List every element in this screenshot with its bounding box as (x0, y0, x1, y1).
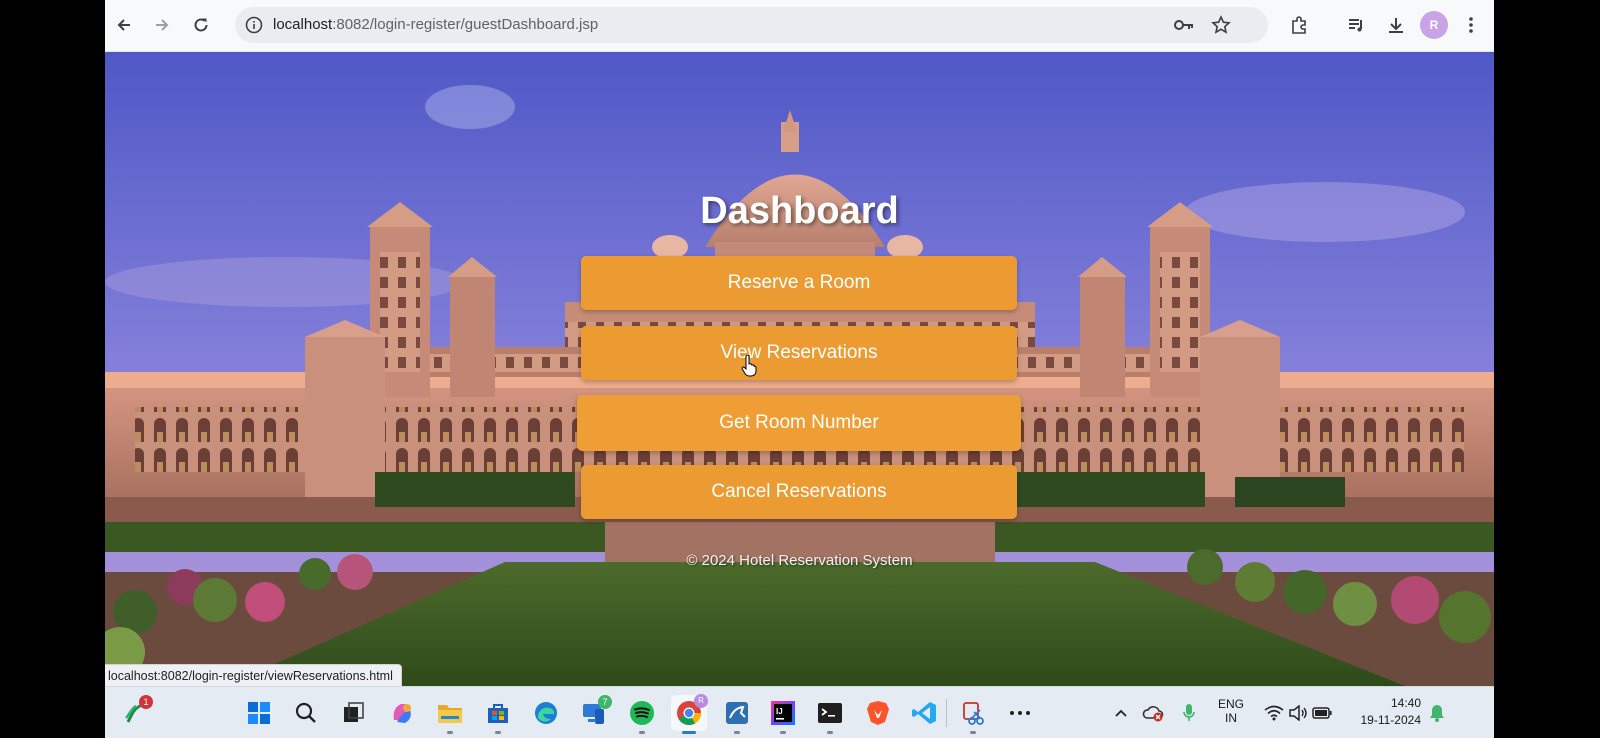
forward-icon[interactable] (148, 11, 176, 39)
show-hidden-icons-chevron-icon[interactable] (1109, 695, 1133, 731)
running-indicator (734, 731, 740, 734)
widgets-icon[interactable]: 1 (117, 695, 153, 731)
edge-icon[interactable] (528, 695, 564, 731)
file-explorer-icon[interactable] (432, 695, 468, 734)
spotify-icon[interactable] (624, 695, 660, 734)
more-apps-icon[interactable] (1002, 695, 1038, 731)
battery-icon[interactable] (1309, 695, 1335, 731)
taskbar: 1 7 R IJ ENG IN 14:40 19-11-2024 (105, 686, 1494, 738)
page-viewport: Dashboard Reserve a Room View Reservatio… (105, 52, 1494, 686)
running-indicator (495, 731, 501, 734)
clock-date: 19-11-2024 (1360, 713, 1422, 727)
running-indicator (827, 731, 833, 734)
microphone-icon[interactable] (1175, 695, 1203, 731)
password-key-icon[interactable] (1173, 16, 1195, 39)
vscode-icon[interactable] (906, 695, 942, 731)
hand-cursor-icon (741, 355, 757, 377)
site-info-icon[interactable] (245, 16, 263, 39)
chrome-icon[interactable]: R (671, 694, 708, 734)
svg-text:IJ: IJ (776, 707, 783, 716)
clock-time: 14:40 (1390, 696, 1421, 710)
download-icon[interactable] (1382, 11, 1410, 39)
reload-icon[interactable] (187, 11, 215, 39)
mysql-workbench-icon[interactable] (719, 695, 755, 734)
intellij-icon[interactable]: IJ (765, 695, 801, 734)
extensions-icon[interactable] (1285, 11, 1313, 39)
chrome-profile-badge: R (694, 694, 708, 708)
running-indicator (447, 731, 453, 734)
running-indicator (639, 731, 645, 734)
back-icon[interactable] (110, 11, 138, 39)
page-title: Dashboard (700, 190, 899, 232)
page-footer: © 2024 Hotel Reservation System (686, 552, 913, 569)
profile-initial: R (1429, 18, 1439, 32)
phone-link-icon[interactable]: 7 (576, 695, 612, 731)
status-bar-url: localhost:8082/login-register/viewReserv… (105, 664, 402, 686)
wifi-icon[interactable] (1261, 695, 1287, 731)
copilot-icon[interactable] (384, 695, 420, 731)
microsoft-store-icon[interactable] (480, 695, 516, 734)
terminal-icon[interactable] (812, 695, 848, 734)
input-language-indicator[interactable]: ENG IN (1213, 697, 1249, 725)
start-windows-icon[interactable] (241, 695, 277, 731)
address-bar[interactable]: localhost:8082/login-register/guestDashb… (235, 7, 1268, 43)
clock[interactable]: 14:40 19-11-2024 (1341, 696, 1422, 727)
widgets-badge: 1 (139, 695, 153, 709)
language-region: IN (1225, 711, 1237, 725)
url-text[interactable]: localhost:8082/login-register/guestDashb… (273, 16, 598, 33)
menu-kebab-icon[interactable] (1457, 11, 1485, 39)
url-path: :8082/login-register/guestDashboard.jsp (332, 16, 599, 33)
cancel-reservations-button[interactable]: Cancel Reservations (581, 465, 1017, 519)
task-view-icon[interactable] (336, 695, 372, 731)
phone-link-badge: 7 (598, 695, 612, 709)
taskbar-divider (946, 699, 947, 727)
media-queue-icon[interactable] (1342, 11, 1370, 39)
language-code: ENG (1217, 697, 1244, 711)
screen: localhost:8082/login-register/guestDashb… (105, 0, 1494, 738)
browser-toolbar: localhost:8082/login-register/guestDashb… (105, 0, 1494, 52)
url-host: localhost (273, 16, 333, 33)
profile-avatar[interactable]: R (1420, 11, 1448, 39)
get-room-number-button[interactable]: Get Room Number (577, 395, 1021, 451)
volume-icon[interactable] (1285, 695, 1311, 731)
running-indicator (780, 731, 786, 734)
onedrive-error-icon[interactable] (1139, 695, 1167, 731)
snipping-tool-icon[interactable] (955, 695, 991, 734)
brave-icon[interactable] (860, 695, 896, 731)
running-indicator (970, 731, 976, 734)
reserve-room-button[interactable]: Reserve a Room (581, 256, 1017, 310)
running-indicator (682, 731, 696, 734)
bookmark-star-icon[interactable] (1211, 15, 1231, 40)
search-icon[interactable] (288, 695, 324, 731)
view-reservations-button[interactable]: View Reservations (581, 326, 1017, 380)
notification-bell-icon[interactable] (1425, 695, 1449, 731)
